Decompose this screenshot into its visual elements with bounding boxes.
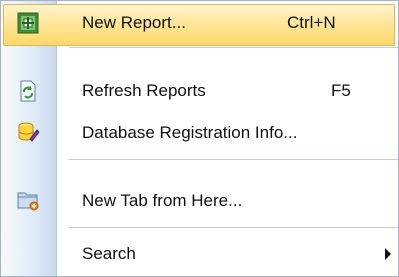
menu-item-shortcut: F5 xyxy=(331,81,351,100)
menu-item-database-registration-info[interactable]: Database Registration Info... xyxy=(1,111,398,155)
menu-item-new-report[interactable]: New Report... Ctrl+N xyxy=(1,1,398,46)
highlight-bar xyxy=(3,4,395,46)
new-report-icon xyxy=(17,12,39,34)
menu-item-new-tab-from-here[interactable]: New Tab from Here... xyxy=(1,179,398,223)
menu-separator xyxy=(69,227,398,228)
menu-item-search[interactable]: Search xyxy=(1,232,398,276)
database-registration-icon xyxy=(17,121,40,143)
menu-item-shortcut: Ctrl+N xyxy=(287,13,336,32)
menu-item-refresh-reports[interactable]: Refresh Reports F5 xyxy=(1,69,398,113)
menu-separator xyxy=(69,47,398,48)
menu-separator xyxy=(69,159,398,160)
menu-item-label: Search xyxy=(82,244,136,263)
menu-item-label: New Report... xyxy=(82,13,186,32)
menu-item-label: Refresh Reports xyxy=(82,81,206,100)
refresh-icon xyxy=(17,80,39,102)
context-menu: New Report... Ctrl+N Refresh Reports F5 xyxy=(0,0,399,277)
menu-item-label: Database Registration Info... xyxy=(82,123,298,142)
menu-item-label: New Tab from Here... xyxy=(82,191,243,210)
new-tab-folder-icon xyxy=(17,189,39,211)
submenu-arrow-icon xyxy=(385,248,391,260)
